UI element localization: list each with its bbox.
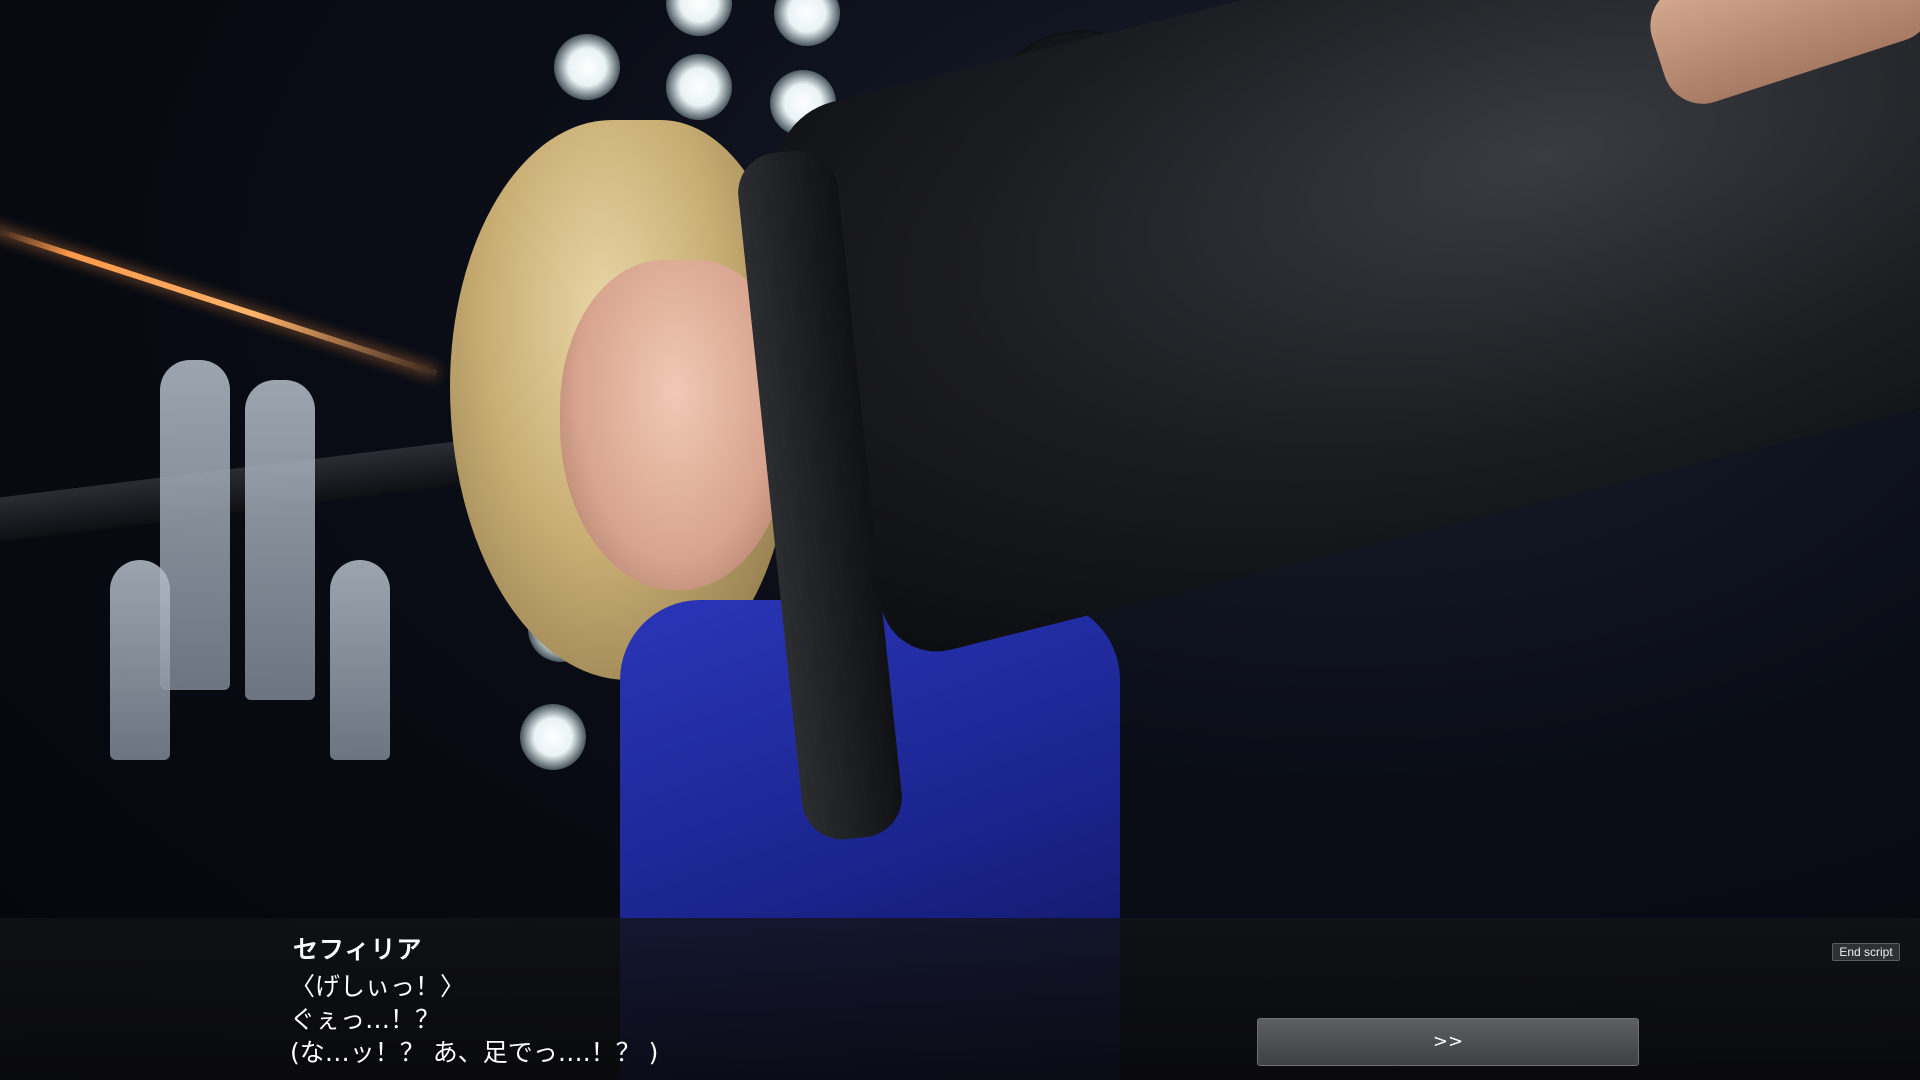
- game-screen: セフィリア 〈げしぃっ！〉 ぐぇっ…！？ (な…ッ！？ あ、足でっ….！？ ) …: [0, 0, 1920, 1080]
- crowd-figure: [245, 380, 315, 700]
- dialogue-text: 〈げしぃっ！〉 ぐぇっ…！？ (な…ッ！？ あ、足でっ….！？ ): [290, 970, 658, 1069]
- dialogue-line: (な…ッ！？ あ、足でっ….！？ ): [290, 1038, 659, 1067]
- speaker-name: セフィリア: [293, 935, 423, 964]
- crowd-figure: [160, 360, 230, 690]
- next-button[interactable]: >>: [1257, 1018, 1639, 1066]
- crowd-figure: [330, 560, 390, 760]
- stage-light: [666, 0, 732, 36]
- stage-light: [774, 0, 840, 46]
- stage-light: [666, 54, 732, 120]
- dialogue-line: 〈げしぃっ！〉: [290, 972, 466, 1001]
- ring-rope-lit: [0, 222, 438, 377]
- stage-light: [520, 704, 586, 770]
- stage-light: [554, 34, 620, 100]
- end-script-button[interactable]: End script: [1832, 943, 1900, 961]
- crowd-figure: [110, 560, 170, 760]
- boot: [760, 0, 1920, 664]
- dialogue-line: ぐぇっ…！？: [290, 1005, 441, 1034]
